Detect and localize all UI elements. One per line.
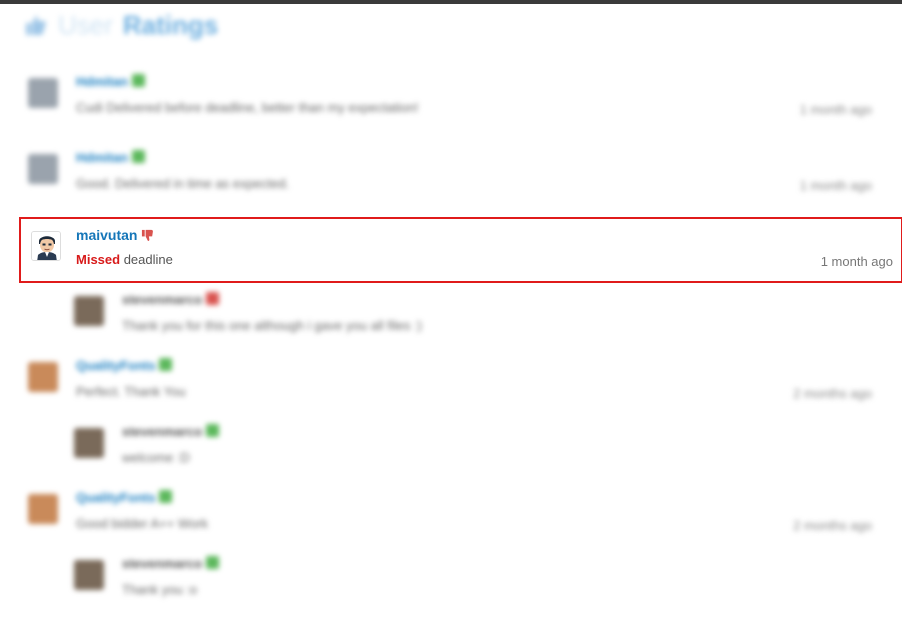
avatar[interactable] — [28, 494, 58, 524]
username-text: Hdmitan — [76, 74, 128, 89]
username-link[interactable]: Hdmitan — [76, 74, 145, 89]
thumbs-down-icon — [142, 229, 154, 241]
review-comment: Thank you for this one although i gave y… — [122, 318, 422, 333]
review-comment: Cudi Delivered before deadline, better t… — [76, 100, 419, 115]
username-text: stevenmarco — [122, 556, 203, 571]
page-title-user: User — [58, 9, 113, 40]
reply-item: stevenmarco welcome :D — [0, 414, 880, 474]
highlighted-review[interactable]: maivutan Missed deadline 1 month ago — [19, 217, 902, 283]
thumbs-up-icon — [132, 150, 145, 163]
review-comment: Missed deadline — [76, 252, 173, 267]
reply-item: stevenmarco Thank you for this one althou… — [0, 282, 880, 342]
avatar[interactable] — [74, 560, 104, 590]
review-comment: Good. Delivered in time as expected. — [76, 176, 290, 191]
review-timestamp: 1 month ago — [820, 254, 893, 269]
user-ratings-page: User Ratings Hdmitan Cudi Delivered befor… — [0, 4, 902, 620]
username-link[interactable]: QualityFonts — [76, 490, 173, 505]
username-text: Hdmitan — [76, 150, 128, 165]
review-item: Hdmitan Good. Delivered in time as expect… — [0, 140, 880, 200]
thumbs-up-icon — [159, 490, 173, 503]
avatar[interactable] — [31, 231, 61, 261]
username-link[interactable]: stevenmarco — [122, 292, 220, 307]
thumbs-up-icon — [206, 424, 220, 437]
avatar[interactable] — [28, 154, 58, 184]
page-title-ratings: Ratings — [122, 9, 219, 40]
review-timestamp: 2 months ago — [793, 386, 872, 401]
comment-emphasis: Missed — [76, 252, 121, 267]
thumbs-up-icon — [132, 74, 145, 87]
username-link[interactable]: stevenmarco — [122, 556, 220, 571]
thumbs-down-icon — [206, 292, 220, 305]
thumbs-up-icon — [26, 16, 46, 35]
username-text: QualityFonts — [76, 490, 156, 505]
thumbs-up-icon — [159, 358, 173, 371]
comment-text: deadline — [123, 252, 173, 267]
review-item: QualityFonts Perfect. Thank You 2 months a… — [0, 348, 880, 408]
avatar[interactable] — [28, 362, 58, 392]
review-comment: welcome :D — [122, 450, 190, 465]
thumbs-up-icon — [206, 556, 220, 569]
username-text: QualityFonts — [76, 358, 156, 373]
review-timestamp: 1 month ago — [799, 178, 872, 193]
avatar[interactable] — [74, 428, 104, 458]
avatar[interactable] — [28, 78, 58, 108]
reply-item: stevenmarco Thank you :o — [0, 546, 880, 606]
user-avatar-icon — [32, 232, 60, 260]
review-username-row: maivutan — [76, 227, 154, 243]
review-comment: Perfect. Thank You — [76, 384, 186, 399]
review-comment: Good bidder A++ Work — [76, 516, 209, 531]
username-link[interactable]: QualityFonts — [76, 358, 173, 373]
username-text: stevenmarco — [122, 292, 203, 307]
section-header: User Ratings — [24, 8, 218, 42]
review-item: QualityFonts Good bidder A++ Work 2 months… — [0, 480, 880, 540]
review-timestamp: 1 month ago — [799, 102, 872, 117]
username-text: stevenmarco — [122, 424, 203, 439]
username-link[interactable]: maivutan — [76, 227, 137, 243]
review-comment: Thank you :o — [122, 582, 198, 597]
avatar[interactable] — [74, 296, 104, 326]
review-item: Hdmitan Cudi Delivered before deadline, b… — [0, 64, 880, 124]
username-link[interactable]: stevenmarco — [122, 424, 220, 439]
review-timestamp: 2 months ago — [793, 518, 872, 533]
username-link[interactable]: Hdmitan — [76, 150, 145, 165]
